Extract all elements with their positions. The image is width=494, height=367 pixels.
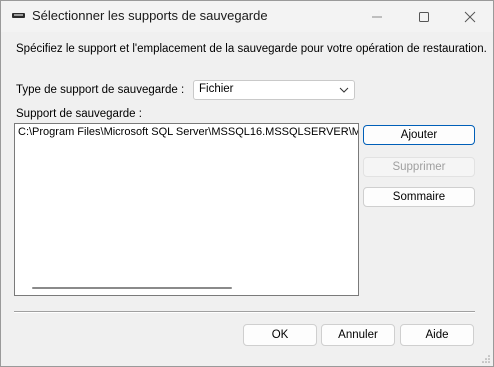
backup-media-list[interactable]: C:\Program Files\Microsoft SQL Server\MS… bbox=[14, 123, 359, 296]
cancel-button[interactable]: Annuler bbox=[321, 324, 395, 346]
help-button[interactable]: Aide bbox=[400, 324, 474, 346]
resize-grip-icon[interactable] bbox=[481, 354, 491, 364]
maximize-button[interactable] bbox=[401, 1, 447, 32]
minimize-button[interactable] bbox=[354, 1, 400, 32]
list-item[interactable]: C:\Program Files\Microsoft SQL Server\MS… bbox=[18, 126, 358, 138]
close-icon bbox=[464, 11, 476, 23]
media-type-select[interactable]: Fichier bbox=[193, 80, 355, 100]
title-bar[interactable]: Sélectionner les supports de sauvegarde bbox=[1, 1, 493, 32]
media-type-value: Fichier bbox=[199, 83, 234, 95]
close-button[interactable] bbox=[447, 1, 493, 32]
ok-button[interactable]: OK bbox=[243, 324, 317, 346]
window-title: Sélectionner les supports de sauvegarde bbox=[32, 8, 268, 23]
instruction-text: Spécifiez le support et l'emplacement de… bbox=[16, 43, 487, 55]
select-backup-devices-dialog: Sélectionner les supports de sauvegarde … bbox=[0, 0, 494, 367]
chevron-down-icon bbox=[339, 87, 349, 93]
add-button[interactable]: Ajouter bbox=[363, 125, 475, 145]
dialog-body: Spécifiez le support et l'emplacement de… bbox=[1, 32, 493, 366]
separator bbox=[14, 311, 475, 313]
media-type-label: Type de support de sauvegarde : bbox=[16, 84, 185, 96]
horizontal-scrollbar[interactable] bbox=[32, 287, 232, 289]
remove-button[interactable]: Supprimer bbox=[363, 157, 475, 177]
contents-button[interactable]: Sommaire bbox=[363, 187, 475, 207]
backup-device-icon bbox=[12, 13, 25, 18]
backup-media-label: Support de sauvegarde : bbox=[16, 108, 142, 120]
maximize-icon bbox=[419, 12, 429, 22]
minimize-icon bbox=[372, 16, 382, 18]
